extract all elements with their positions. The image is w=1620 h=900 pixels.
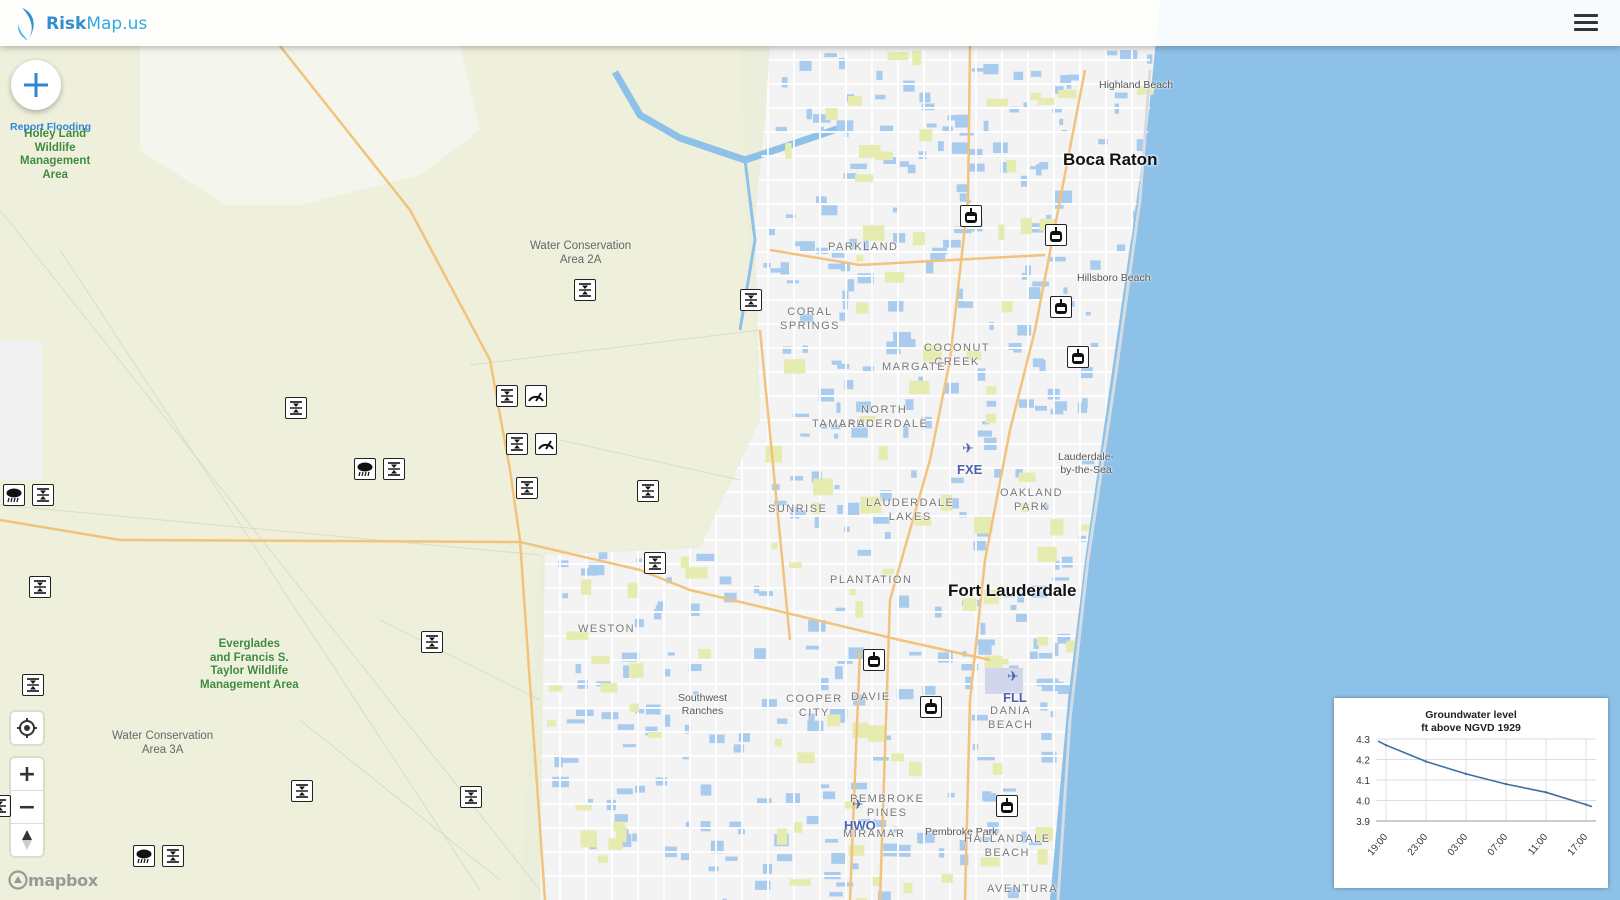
groundwater-data-point (1424, 760, 1428, 763)
pump-station-icon[interactable] (1067, 346, 1089, 368)
place-label-everglades: Everglades and Francis S. Taylor Wildlif… (200, 638, 299, 691)
place-label-cooper-city: COOPER CITY (786, 693, 843, 719)
mapbox-logo-icon (8, 870, 28, 890)
gauge-icon[interactable] (525, 385, 547, 407)
flood-gate-icon[interactable] (162, 845, 184, 867)
hamburger-menu-icon[interactable] (1574, 14, 1598, 34)
y-tick-label: 4.3 (1356, 735, 1370, 746)
rain-cloud-icon[interactable] (3, 484, 25, 506)
gray-patch (0, 340, 42, 480)
crosshair-target-icon (17, 718, 37, 738)
y-tick-label: 4.2 (1356, 756, 1370, 767)
rain-cloud-icon[interactable] (354, 458, 376, 480)
pump-station-icon[interactable] (920, 696, 942, 718)
place-label-fort-lauderdale: Fort Lauderdale (948, 581, 1077, 600)
place-label-southwest-ranches: Southwest Ranches (678, 692, 728, 717)
pump-station-icon[interactable] (996, 795, 1018, 817)
place-label-fll: FLL (1003, 690, 1027, 705)
flood-gate-icon[interactable] (383, 458, 405, 480)
place-label-aventura: AVENTURA (987, 883, 1059, 895)
flood-gate-icon[interactable] (0, 795, 11, 817)
flood-gate-icon[interactable] (637, 480, 659, 502)
zoom-in-button[interactable]: + (11, 758, 43, 790)
x-tick-label: 17:00 (1566, 832, 1591, 859)
place-label-lauderdale-by-the-sea: Lauderdale- by-the-Sea (1058, 451, 1115, 476)
place-label-dania-beach: DANIA BEACH (988, 705, 1034, 731)
report-flooding-label[interactable]: Report Flooding (10, 121, 91, 133)
place-label-wca2a: Water Conservation Area 2A (530, 240, 632, 266)
pump-station-icon[interactable] (1050, 296, 1072, 318)
plus-icon (24, 73, 48, 97)
flood-gate-icon[interactable] (22, 674, 44, 696)
place-label-highland-beach: Highland Beach (1099, 79, 1174, 91)
y-tick-label: 4.1 (1356, 776, 1370, 787)
groundwater-series-line (1377, 740, 1593, 808)
y-tick-label: 3.9 (1356, 817, 1370, 828)
logo-text: RiskMap.us (46, 14, 148, 34)
app-header: RiskMap.us (0, 0, 1620, 46)
place-label-oakland-park: OAKLAND PARK (1000, 487, 1064, 513)
report-flooding-button[interactable] (11, 60, 61, 110)
groundwater-data-point (1544, 791, 1548, 794)
flood-gate-icon[interactable] (29, 576, 51, 598)
mapbox-attribution[interactable]: mapbox (8, 870, 98, 890)
rain-cloud-icon[interactable] (133, 845, 155, 867)
place-label-holey-land: Holey Land Wildlife Management Area (20, 128, 91, 181)
groundwater-chart-panel: Groundwater level ft above NGVD 1929 4.3… (1334, 698, 1608, 888)
place-label-fxe: FXE (957, 462, 983, 477)
groundwater-line-chart: 4.3 4.2 4.1 4.0 3.9 19:00 23:00 03:00 07:00 11:00… (1356, 735, 1596, 859)
compass-button[interactable] (11, 823, 43, 856)
airport-icon: ✈ (962, 441, 974, 457)
place-label-boca-raton: Boca Raton (1063, 150, 1158, 169)
place-label-wca3a: Water Conservation Area 3A (112, 730, 214, 756)
place-label-plantation: PLANTATION (830, 574, 913, 586)
x-tick-label: 03:00 (1446, 832, 1471, 859)
pump-station-icon[interactable] (1045, 224, 1067, 246)
place-label-davie: DAVIE (851, 691, 891, 703)
flood-gate-icon[interactable] (506, 433, 528, 455)
groundwater-data-point (1384, 743, 1388, 747)
place-label-tamarac: TAMARAC (812, 418, 876, 430)
place-label-margate: MARGATE (882, 361, 947, 373)
zoom-out-button[interactable]: − (11, 790, 43, 823)
x-tick-label: 07:00 (1486, 832, 1511, 859)
groundwater-data-point (1584, 803, 1588, 806)
place-label-weston: WESTON (578, 623, 636, 635)
x-tick-label: 11:00 (1526, 832, 1550, 858)
x-tick-label: 19:00 (1366, 832, 1391, 859)
y-tick-label: 4.0 (1356, 797, 1370, 808)
flood-gate-icon[interactable] (516, 477, 538, 499)
flood-gate-icon[interactable] (574, 279, 596, 301)
place-label-lauderdale-lakes: LAUDERDALE LAKES (866, 497, 955, 523)
place-label-miramar: MIRAMAR (843, 828, 906, 840)
place-label-hallandale-beach: HALLANDALE BEACH (964, 833, 1051, 859)
place-label-pembroke-pines: PEMBROKE PINES (850, 793, 925, 819)
flood-gate-icon[interactable] (291, 780, 313, 802)
riskmap-logo-icon (17, 8, 34, 40)
flood-gate-icon[interactable] (32, 484, 54, 506)
flood-gate-icon[interactable] (740, 289, 762, 311)
mapbox-text: mapbox (28, 870, 98, 890)
flood-gate-icon[interactable] (460, 786, 482, 808)
place-label-coral-springs: CORAL SPRINGS (780, 306, 841, 332)
place-label-sunrise: SUNRISE (768, 503, 828, 515)
navigation-control: + − (11, 758, 43, 856)
geolocate-control (11, 712, 43, 744)
groundwater-data-point (1464, 772, 1468, 776)
gauge-icon[interactable] (535, 433, 557, 455)
compass-north-icon (22, 830, 32, 850)
pump-station-icon[interactable] (863, 649, 885, 671)
geolocate-button[interactable] (11, 712, 43, 744)
x-tick-label: 23:00 (1406, 832, 1431, 859)
flood-gate-icon[interactable] (285, 397, 307, 419)
flood-gate-icon[interactable] (644, 552, 666, 574)
place-label-parkland: PARKLAND (828, 241, 899, 253)
place-label-hillsboro-beach: Hillsboro Beach (1077, 272, 1151, 284)
logo[interactable]: RiskMap.us (14, 6, 147, 42)
flood-gate-icon[interactable] (421, 631, 443, 653)
airport-icon: ✈ (1007, 669, 1019, 685)
pump-station-icon[interactable] (960, 205, 982, 227)
flood-gate-icon[interactable] (496, 385, 518, 407)
groundwater-data-point (1504, 782, 1508, 786)
